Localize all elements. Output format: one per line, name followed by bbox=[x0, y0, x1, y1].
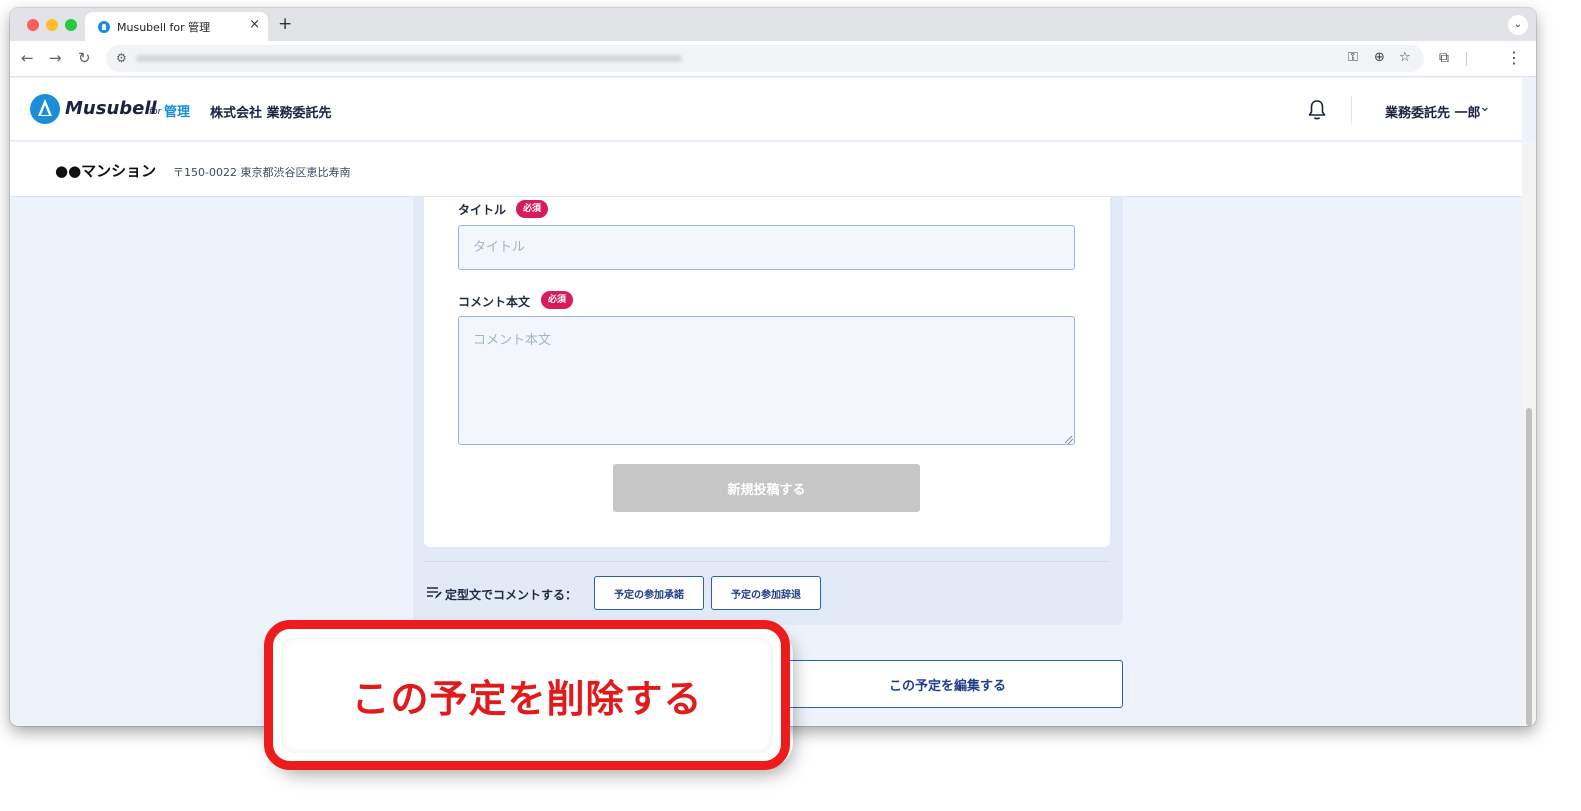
header-divider bbox=[1351, 96, 1352, 124]
delete-button-callout: この予定を削除する bbox=[264, 620, 790, 770]
logo-for-text: for bbox=[149, 107, 162, 117]
textarea-resize-handle[interactable] bbox=[1065, 436, 1073, 444]
template-comment-label: 定型文でコメントする： bbox=[445, 588, 578, 602]
browser-window: Musubell for 管理 × + ⌄ ← → ↻ ⚙ ⚿ ⊕ ☆ ⧉ ⋮ … bbox=[10, 8, 1536, 726]
musubell-favicon-icon bbox=[98, 21, 110, 33]
address-bar[interactable]: ⚙ ⚿ ⊕ ☆ bbox=[106, 45, 1424, 72]
logo-wordmark: Musubell bbox=[65, 98, 157, 119]
scrollbar-thumb[interactable] bbox=[1526, 408, 1532, 726]
browser-tab[interactable]: Musubell for 管理 × bbox=[85, 12, 268, 41]
browser-toolbar: ← → ↻ ⚙ ⚿ ⊕ ☆ ⧉ ⋮ bbox=[10, 41, 1536, 77]
property-name: ●●マンション bbox=[55, 162, 157, 180]
edit-schedule-button[interactable]: この予定を編集する bbox=[772, 660, 1123, 708]
musubell-logo-icon[interactable] bbox=[30, 94, 60, 124]
required-badge: 必須 bbox=[541, 291, 574, 309]
maximize-window-button[interactable] bbox=[65, 19, 77, 31]
app-header: Musubell for 管理 株式会社 業務委託先 業務委託先 一郎 ⌄ bbox=[10, 78, 1522, 141]
property-bar: ●●マンション 〒150-0022 東京都渋谷区恵比寿南 bbox=[10, 142, 1522, 197]
extensions-icon[interactable]: ⧉ bbox=[1439, 50, 1449, 66]
delete-schedule-button[interactable]: この予定を削除する bbox=[281, 637, 773, 753]
required-badge: 必須 bbox=[516, 200, 549, 218]
back-arrow-icon[interactable]: ← bbox=[21, 49, 34, 67]
title-input[interactable] bbox=[458, 225, 1075, 270]
forward-arrow-icon[interactable]: → bbox=[49, 49, 62, 67]
title-field-label: タイトル bbox=[458, 203, 507, 217]
zoom-icon[interactable]: ⊕ bbox=[1374, 50, 1385, 65]
template-accept-button[interactable]: 予定の参加承諾 bbox=[594, 576, 704, 610]
panel-divider bbox=[424, 561, 1110, 562]
tab-title: Musubell for 管理 bbox=[117, 21, 211, 34]
url-text bbox=[136, 55, 682, 62]
comment-field-label: コメント本文 bbox=[458, 295, 531, 309]
tab-search-button[interactable]: ⌄ bbox=[1508, 15, 1528, 35]
company-name: 株式会社 業務委託先 bbox=[210, 106, 332, 121]
reload-icon[interactable]: ↻ bbox=[78, 49, 91, 67]
logo-admin-text: 管理 bbox=[164, 105, 191, 120]
close-window-button[interactable] bbox=[27, 19, 39, 31]
notification-bell-icon[interactable] bbox=[1307, 99, 1327, 121]
template-edit-icon bbox=[427, 587, 442, 599]
comment-textarea[interactable] bbox=[458, 316, 1075, 445]
new-tab-button[interactable]: + bbox=[278, 14, 292, 34]
property-address: 〒150-0022 東京都渋谷区恵比寿南 bbox=[173, 166, 351, 179]
template-decline-button[interactable]: 予定の参加辞退 bbox=[711, 576, 821, 610]
new-post-button[interactable]: 新規投稿する bbox=[613, 464, 920, 512]
bookmark-star-icon[interactable]: ☆ bbox=[1399, 50, 1411, 65]
chevron-down-icon[interactable]: ⌄ bbox=[1479, 99, 1491, 115]
site-info-icon[interactable]: ⚙ bbox=[116, 51, 127, 65]
tab-strip: Musubell for 管理 × + ⌄ bbox=[10, 8, 1536, 41]
password-key-icon[interactable]: ⚿ bbox=[1348, 50, 1358, 65]
user-menu-name[interactable]: 業務委託先 一郎 bbox=[1385, 102, 1481, 121]
minimize-window-button[interactable] bbox=[46, 19, 58, 31]
callout-inner: この予定を削除する bbox=[281, 637, 773, 753]
browser-menu-icon[interactable]: ⋮ bbox=[1506, 48, 1522, 67]
tab-close-icon[interactable]: × bbox=[249, 17, 260, 32]
toolbar-divider bbox=[1466, 52, 1467, 66]
